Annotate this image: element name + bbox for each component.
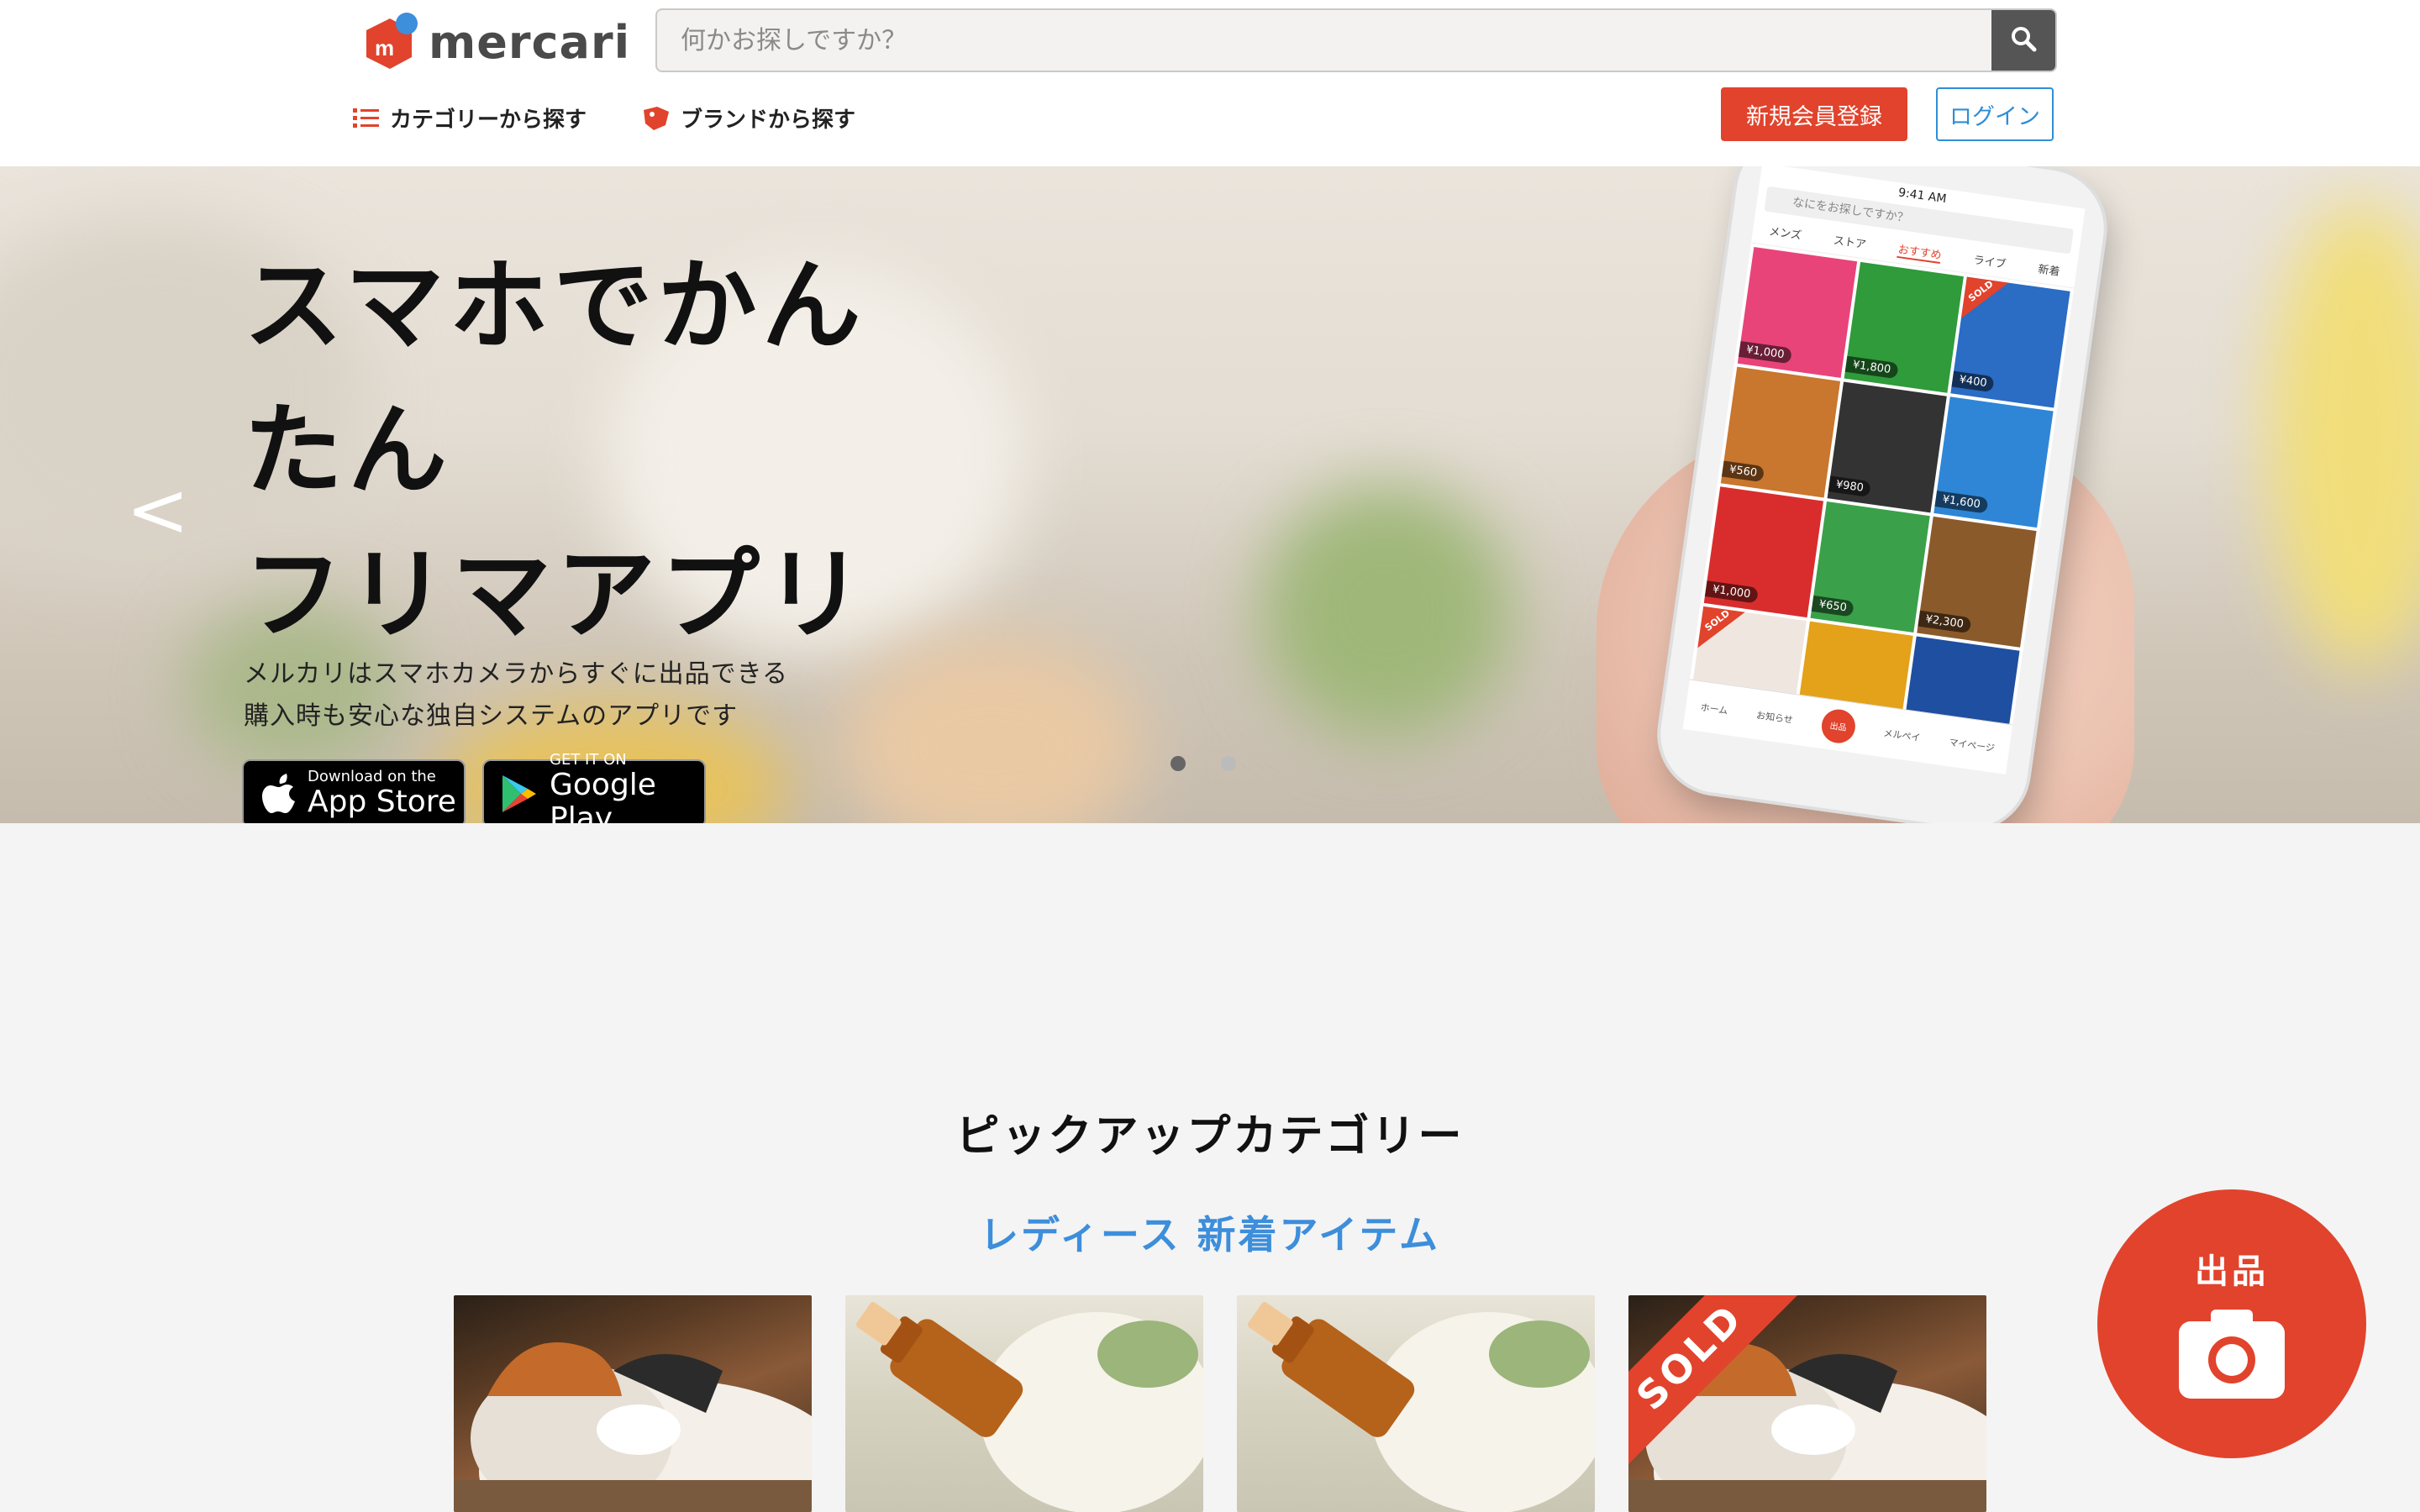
nav-brand-label: ブランドから探す [681, 108, 856, 133]
hero-banner: < スマホでかん たん フリマアプリ メルカリはスマホカメラからすぐに出品できる… [0, 166, 2420, 823]
hero-title-line: たん [244, 392, 453, 508]
phone-item-thumbnail: ¥1,000 [1737, 247, 1858, 378]
cat-photo [454, 1342, 812, 1512]
hero-bg-plant [1260, 486, 1512, 738]
phone-item-price: ¥1,000 [1738, 340, 1792, 365]
phone-item-thumbnail: ¥560 [1720, 366, 1841, 498]
nav-category-link[interactable]: カテゴリーから探す [353, 102, 587, 134]
camera-icon [2177, 1308, 2286, 1404]
carousel-dot-2[interactable] [1221, 756, 1236, 771]
google-play-small-text: GET IT ON [550, 751, 627, 769]
search-box [655, 8, 2057, 72]
sell-fab-button[interactable]: 出品 [2097, 1189, 2366, 1458]
phone-item-thumbnail: ¥1,000 [1703, 486, 1824, 618]
phone-bottom-nav-item: お知らせ [1755, 709, 1794, 726]
carousel-dot-1[interactable] [1171, 756, 1186, 771]
hero-subtitle: メルカリはスマホカメラからすぐに出品できる 購入時も安心な独自システムのアプリで… [244, 654, 788, 738]
app-store-big-text: App Store [308, 785, 456, 819]
phone-item-price: ¥2,300 [1918, 610, 1971, 634]
phone-item-thumbnail: ¥2,300 [1917, 516, 2037, 648]
svg-text:m: m [375, 35, 394, 60]
search-input[interactable] [657, 10, 1995, 71]
phone-screen: 9:41 AM なにをお探しですか？ メンズ ストア おすすめ ライブ 新着 ¥1,00… [1682, 166, 2086, 774]
logo-text: mercari [429, 15, 631, 69]
sell-fab-label: 出品 [2195, 1252, 2269, 1291]
hero-subtitle-line: 購入時も安心な独自システムのアプリです [244, 701, 739, 731]
nav-category-label: カテゴリーから探す [390, 108, 587, 133]
pickup-item-card[interactable]: SOLD [1628, 1295, 1986, 1512]
phone-item-price: ¥560 [1721, 460, 1765, 483]
phone-tab: メンズ [1768, 225, 1802, 243]
phone-item-price: ¥400 [1951, 370, 1995, 393]
signup-button[interactable]: 新規会員登録 [1721, 87, 1907, 141]
phone-bottom-nav-item: メルペイ [1882, 727, 1922, 743]
pickup-title: ピックアップカテゴリー [955, 1111, 1465, 1162]
search-button[interactable] [1991, 10, 2055, 71]
google-play-icon [501, 774, 538, 814]
pickup-item-card[interactable] [1237, 1295, 1595, 1512]
app-store-small-text: Download on the [308, 768, 436, 785]
phone-tab: 新着 [2037, 263, 2061, 279]
login-button[interactable]: ログイン [1936, 87, 2054, 141]
carousel-prev-arrow[interactable]: < [126, 473, 189, 549]
oil-bottle-photo [1247, 1301, 1595, 1512]
phone-bottom-nav-item: ホーム [1699, 701, 1729, 717]
phone-bottom-nav-item: 出品 [1819, 706, 1858, 745]
nav-brand-link[interactable]: ブランドから探す [642, 102, 855, 134]
site-header: m mercari カテゴリーから探す [0, 0, 2420, 166]
phone-item-thumbnail: ¥650 [1810, 501, 1930, 633]
phone-item-price: ¥650 [1811, 595, 1854, 617]
phone-item-price: ¥1,000 [1704, 580, 1759, 604]
pickup-item-card[interactable] [845, 1295, 1203, 1512]
phone-item-price: ¥1,800 [1844, 355, 1899, 380]
tag-icon [642, 106, 671, 130]
phone-tab: ライブ [1972, 254, 2007, 271]
phone-item-price: ¥1,600 [1934, 491, 1988, 514]
phone-item-price: ¥980 [1828, 475, 1871, 497]
hero-title-line: フリマアプリ [244, 537, 870, 653]
hero-subtitle-line: メルカリはスマホカメラからすぐに出品できる [244, 659, 788, 689]
hero-title: スマホでかん たん フリマアプリ [244, 234, 869, 667]
google-play-button[interactable]: GET IT ON Google Play [482, 752, 706, 824]
app-store-button[interactable]: Download on the App Store [242, 759, 466, 823]
pickup-subtitle[interactable]: レディース 新着アイテム [0, 1205, 2420, 1260]
search-icon [2009, 24, 2038, 56]
google-play-big-text: Google Play [550, 768, 656, 824]
apple-icon [262, 774, 296, 814]
hero-bg-blur [840, 637, 1143, 823]
phone-item-thumbnail: ¥1,800 [1844, 261, 1964, 393]
hero-title-line: スマホでかん [244, 248, 866, 364]
oil-bottle-photo [855, 1301, 1203, 1512]
list-icon [353, 107, 380, 130]
phone-tab: ストア [1832, 234, 1867, 252]
phone-item-thumbnail: ¥980 [1827, 381, 1947, 513]
phone-item-thumbnail: ¥1,600 [1933, 396, 2054, 528]
phone-tab: おすすめ [1897, 240, 1943, 265]
mercari-logo[interactable]: m mercari [360, 12, 630, 72]
phone-item-thumbnail: ¥400 SOLD [1950, 276, 2070, 408]
phone-bottom-nav-item: マイページ [1948, 736, 1996, 754]
hero-bg-blur [2269, 200, 2420, 670]
mercari-logo-icon: m [360, 12, 418, 72]
pickup-item-card[interactable] [454, 1295, 812, 1512]
